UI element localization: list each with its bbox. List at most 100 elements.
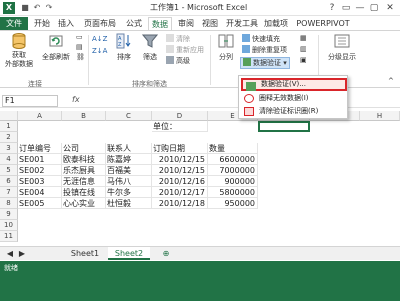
get-external-data-button[interactable]: 获取 外部数据 [2,33,36,73]
tab-addins[interactable]: 加载项 [262,17,290,30]
header-cell[interactable]: 联系人 [106,143,152,154]
edit-links-icon[interactable]: ⛓ [76,53,85,62]
data-cell[interactable]: 900000 [208,176,258,187]
remove-duplicates-button[interactable]: 删除重复项 [242,45,287,55]
minimize-button[interactable]: — [354,2,366,14]
row-header[interactable]: 3 [0,143,18,154]
tab-page-layout[interactable]: 页面布局 [80,17,120,30]
fx-icon[interactable]: fx [72,95,80,104]
sort-button[interactable]: A Z 排序 [112,33,136,73]
data-cell[interactable]: 乐杰厨具 [62,165,106,176]
header-cell[interactable]: 订购日期 [152,143,208,154]
row-header[interactable]: 4 [0,154,18,165]
consolidate-icon[interactable]: ▦ [300,34,307,43]
row-header[interactable]: 5 [0,165,18,176]
data-cell[interactable]: 950000 [208,198,258,209]
data-cell[interactable]: 5800000 [208,187,258,198]
connections-icon[interactable]: ▭ [76,33,83,42]
sheet-tab-active[interactable]: Sheet2 [108,247,150,260]
data-cell[interactable]: 6600000 [208,154,258,165]
data-cell[interactable]: SE001 [18,154,62,165]
what-if-icon[interactable]: ▥ [300,45,307,54]
undo-icon[interactable]: ↶ [32,3,42,13]
menu-item-clear-circles[interactable]: 清除验证标识圈(R) [241,105,347,118]
ribbon-display-icon[interactable]: ▭ [340,2,352,14]
data-cell[interactable]: 无涯信息 [62,176,106,187]
active-cell-f1[interactable] [258,121,310,132]
tab-powerpivot[interactable]: POWERPIVOT [294,17,352,30]
tab-view[interactable]: 视图 [200,17,220,30]
column-header[interactable]: D [152,111,208,121]
clear-filter-button[interactable]: 清除 [166,34,190,44]
data-cell[interactable]: SE005 [18,198,62,209]
menu-item-data-validation[interactable]: 数据验证(V)... [241,78,347,91]
cell-d1[interactable]: 单位： [152,121,208,132]
data-cell[interactable]: 2010/12/18 [152,198,208,209]
tab-review[interactable]: 审阅 [176,17,196,30]
tab-data[interactable]: 数据 [148,17,172,30]
filter-button[interactable]: 筛选 [138,33,162,73]
outline-button[interactable]: 分级显示 [322,33,362,73]
header-cell[interactable]: 数量 [208,143,258,154]
tab-home[interactable]: 开始 [32,17,52,30]
data-cell[interactable]: SE003 [18,176,62,187]
header-cell[interactable]: 公司 [62,143,106,154]
data-cell[interactable]: 心心实业 [62,198,106,209]
collapse-ribbon-icon[interactable]: ^ [388,77,394,86]
data-cell[interactable]: SE002 [18,165,62,176]
data-cell[interactable]: 2010/12/15 [152,154,208,165]
save-icon[interactable]: ■ [20,3,30,13]
column-header[interactable]: B [62,111,106,121]
add-sheet-icon[interactable]: ⊕ [160,247,172,260]
row-header[interactable]: 9 [0,209,18,220]
data-validation-button[interactable]: 数据验证 ▾ [240,57,290,69]
sheet-tab[interactable]: Sheet1 [64,247,106,260]
text-to-columns-button[interactable]: 分列 [214,33,238,73]
data-cell[interactable]: 2010/12/16 [152,176,208,187]
tab-developer[interactable]: 开发工具 [224,17,260,30]
header-cell[interactable]: 订单编号 [18,143,62,154]
select-all-corner[interactable] [0,111,18,121]
data-cell[interactable]: 投镇在线 [62,187,106,198]
row-header[interactable]: 11 [0,231,18,242]
next-sheet-icon[interactable]: ▶ [16,247,28,260]
prev-sheet-icon[interactable]: ◀ [4,247,16,260]
maximize-button[interactable]: ▢ [368,2,380,14]
row-header[interactable]: 7 [0,187,18,198]
data-cell[interactable]: SE004 [18,187,62,198]
data-cell[interactable]: 马伟八 [106,176,152,187]
properties-icon[interactable]: ▤ [76,43,83,52]
reapply-button[interactable]: 重新应用 [166,45,204,55]
sort-az-button[interactable]: A↓Z [92,35,107,44]
data-cell[interactable]: 2010/12/15 [152,165,208,176]
column-header[interactable]: C [106,111,152,121]
tab-formulas[interactable]: 公式 [124,17,144,30]
advanced-filter-button[interactable]: 高级 [166,56,190,66]
data-cell[interactable]: 百福美 [106,165,152,176]
menu-item-circle-invalid[interactable]: 圈释无效数据(I) [241,92,347,105]
row-header[interactable]: 6 [0,176,18,187]
sort-za-icon[interactable]: Z↓A [92,47,107,56]
data-cell[interactable]: 2010/12/17 [152,187,208,198]
close-button[interactable]: ✕ [384,2,396,14]
data-cell[interactable]: 7000000 [208,165,258,176]
tab-file[interactable]: 文件 [0,17,28,30]
row-header[interactable]: 1 [0,121,18,132]
column-header[interactable]: H [360,111,400,121]
data-cell[interactable]: 欧泰科技 [62,154,106,165]
flash-fill-label: 快速填充 [252,35,280,43]
column-header[interactable]: A [18,111,62,121]
data-cell[interactable]: 陈嘉婷 [106,154,152,165]
row-header[interactable]: 2 [0,132,18,143]
tab-insert[interactable]: 插入 [56,17,76,30]
data-cell[interactable]: 牛尔多 [106,187,152,198]
redo-icon[interactable]: ↷ [44,3,54,13]
relationships-icon[interactable]: ▣ [300,56,307,65]
help-icon[interactable]: ? [326,2,338,14]
flash-fill-button[interactable]: 快速填充 [242,34,280,44]
data-cell[interactable]: 杜恒毅 [106,198,152,209]
refresh-all-button[interactable]: 全部刷新 [40,33,72,73]
row-header[interactable]: 10 [0,220,18,231]
row-header[interactable]: 8 [0,198,18,209]
name-box[interactable]: F1 [2,95,58,107]
